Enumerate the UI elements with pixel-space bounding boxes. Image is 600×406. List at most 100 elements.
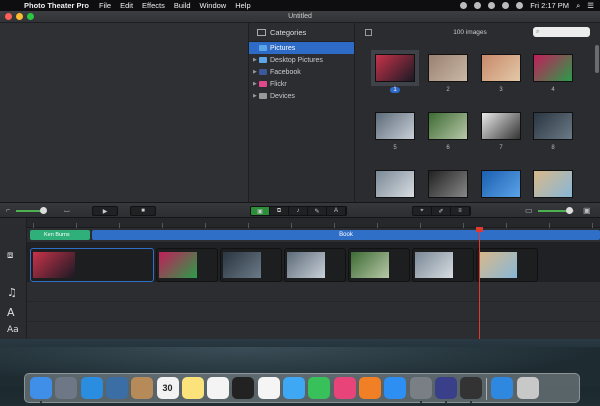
thumbnail-size-slider[interactable] xyxy=(538,207,574,214)
menu-edit[interactable]: Edit xyxy=(120,1,133,10)
image-thumbnail[interactable] xyxy=(375,170,415,198)
slide-clip[interactable] xyxy=(220,248,282,282)
image-thumbnail[interactable] xyxy=(375,54,415,82)
ken-burns-bar[interactable]: Ken Burns xyxy=(30,230,90,240)
thumbnail-label: 8 xyxy=(551,145,555,151)
thumbnail-large-icon[interactable]: ▣ xyxy=(583,206,591,215)
dock-safari-icon[interactable] xyxy=(80,377,103,399)
dock-facetime-icon[interactable] xyxy=(308,377,331,399)
effects-tab[interactable]: ✎ xyxy=(308,207,327,215)
adjust-tool[interactable]: ≡ xyxy=(451,207,470,215)
clip-thumbnail xyxy=(287,252,325,278)
wifi-icon[interactable] xyxy=(502,2,510,9)
slide-clip[interactable] xyxy=(412,248,474,282)
edit-tool[interactable]: ✐ xyxy=(432,207,451,215)
slide-clip[interactable] xyxy=(476,248,538,282)
slides-tab[interactable]: ▣ xyxy=(251,207,270,215)
slide-clip[interactable] xyxy=(348,248,410,282)
dock-reminders-icon[interactable] xyxy=(207,377,230,399)
dock-trash-icon[interactable] xyxy=(516,377,539,399)
image-thumbnail[interactable] xyxy=(533,54,573,82)
playhead[interactable] xyxy=(476,227,483,348)
status-icon-3[interactable] xyxy=(488,2,496,9)
dock-photo-booth-icon[interactable] xyxy=(232,377,255,399)
time-ruler[interactable] xyxy=(27,218,600,228)
running-indicator xyxy=(40,401,42,403)
status-icon-2[interactable] xyxy=(474,2,482,9)
dock-preview-icon[interactable] xyxy=(105,377,128,399)
slide-clip[interactable] xyxy=(284,248,346,282)
category-desktop-pictures[interactable]: ▶ Desktop Pictures xyxy=(249,54,354,66)
image-thumbnail[interactable] xyxy=(428,112,468,140)
theme-book-bar[interactable]: Book xyxy=(92,230,600,240)
thumbnail-label: 2 xyxy=(446,87,450,93)
slider-knob[interactable] xyxy=(566,207,573,214)
dock-launchpad-icon[interactable] xyxy=(55,377,78,399)
play-button[interactable]: ▶ xyxy=(92,206,118,216)
running-indicator xyxy=(470,401,473,403)
music-track[interactable] xyxy=(27,282,600,302)
menu-bar: Photo Theater Pro File Edit Effects Buil… xyxy=(0,0,600,11)
image-thumbnail[interactable] xyxy=(481,112,521,140)
transitions-tab[interactable]: ⧉ xyxy=(270,207,289,215)
dock-system-preferences-icon[interactable] xyxy=(409,377,432,399)
dock-app-store-icon[interactable] xyxy=(384,377,407,399)
menu-effects[interactable]: Effects xyxy=(142,1,165,10)
spotlight-icon[interactable]: ⌕ xyxy=(576,1,580,11)
dock-photo-theater-icon[interactable] xyxy=(434,377,457,399)
category-label: Devices xyxy=(270,92,295,100)
app-menu[interactable]: Photo Theater Pro xyxy=(24,1,89,10)
dock-ibooks-icon[interactable] xyxy=(358,377,381,399)
folder-icon xyxy=(259,45,267,51)
dock-downloads-icon[interactable] xyxy=(491,377,514,399)
image-thumbnail[interactable] xyxy=(375,112,415,140)
folder-icon xyxy=(259,57,267,63)
image-thumbnail[interactable] xyxy=(428,54,468,82)
slider-knob[interactable] xyxy=(40,207,47,214)
text-tab[interactable]: A xyxy=(327,207,346,215)
zoom-slider[interactable] xyxy=(16,207,47,214)
timeline-toolbar: ⌐ ⌴ ▶ ■ ▣ ⧉ ♪ ✎ A ⌖ ✐ ≡ ▭ ▣ xyxy=(0,202,600,218)
clock[interactable]: Fri 2:17 PM xyxy=(530,1,569,10)
zoom-out-icon[interactable]: ⌐ xyxy=(6,207,10,214)
menu-help[interactable]: Help xyxy=(235,1,250,10)
category-flickr[interactable]: ▶ Flickr xyxy=(249,78,354,90)
dock-messages-icon[interactable] xyxy=(283,377,305,399)
thumbnail-label: 7 xyxy=(499,145,503,151)
vertical-scrollbar[interactable] xyxy=(595,45,599,73)
menu-build[interactable]: Build xyxy=(174,1,191,10)
slide-clip[interactable] xyxy=(30,248,154,282)
category-devices[interactable]: ▶ Devices xyxy=(249,90,354,102)
category-pictures[interactable]: Pictures xyxy=(249,42,354,54)
dock-calendar-icon[interactable]: 30 xyxy=(156,377,179,399)
zoom-in-icon[interactable]: ⌴ xyxy=(64,207,70,215)
dock-script-editor-icon[interactable] xyxy=(460,377,483,399)
music-tab[interactable]: ♪ xyxy=(289,207,308,215)
dock-itunes-icon[interactable] xyxy=(333,377,356,399)
search-input[interactable]: ⌕ xyxy=(533,27,590,37)
image-thumbnail[interactable] xyxy=(481,54,521,82)
status-icon-1[interactable] xyxy=(460,2,468,9)
slide-clip[interactable] xyxy=(156,248,218,282)
select-all-checkbox[interactable] xyxy=(365,29,372,36)
notification-center-icon[interactable]: ☰ xyxy=(587,1,594,10)
text-track[interactable] xyxy=(27,302,600,322)
dock-contacts-icon[interactable] xyxy=(131,377,154,399)
thumbnail-small-icon[interactable]: ▭ xyxy=(525,206,533,215)
preview-area[interactable] xyxy=(0,23,249,202)
clip-thumbnail xyxy=(351,252,389,278)
menu-window[interactable]: Window xyxy=(200,1,227,10)
image-thumbnail[interactable] xyxy=(428,170,468,198)
thumbnail-label: 5 xyxy=(393,145,397,151)
image-thumbnail[interactable] xyxy=(533,112,573,140)
menu-file[interactable]: File xyxy=(99,1,111,10)
stop-button[interactable]: ■ xyxy=(130,206,156,216)
dock-notes-icon[interactable] xyxy=(181,377,204,399)
dock-finder-icon[interactable] xyxy=(30,377,52,399)
category-facebook[interactable]: ▶ Facebook xyxy=(249,66,354,78)
crop-tool[interactable]: ⌖ xyxy=(413,207,432,215)
image-thumbnail[interactable] xyxy=(481,170,521,198)
dock-photos-icon[interactable] xyxy=(257,377,280,399)
image-thumbnail[interactable] xyxy=(533,170,573,198)
volume-icon[interactable] xyxy=(516,2,524,9)
